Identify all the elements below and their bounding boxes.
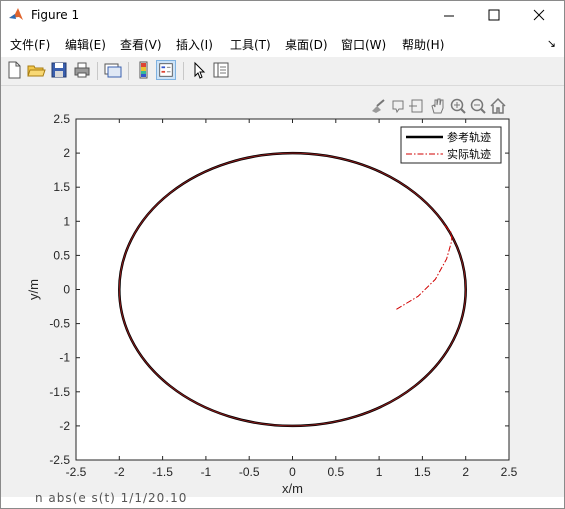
y-tick-label: 0.5 [53, 248, 70, 262]
legend[interactable]: 参考轨迹 实际轨迹 [400, 126, 502, 164]
y-tick-label: -1 [59, 351, 70, 365]
figure-window: Figure 1 文件(F) 编辑(E) 查看(V) 插入(I) 工具(T) 桌… [0, 0, 565, 509]
y-tick-label: 1 [63, 214, 70, 228]
x-tick-label: -0.5 [239, 465, 260, 479]
legend-label-actual: 实际轨迹 [447, 147, 491, 161]
plot-svg: -2.5 -2 -1.5 -1 -0.5 0 0.5 1 1.5 2 2.5 2.5 2 1.5 1 0.5 0… [26, 112, 518, 496]
x-tick-label: 2.5 [501, 465, 518, 479]
y-tick-label: 2.5 [53, 112, 70, 126]
x-tick-label: -1 [201, 465, 212, 479]
axes-box[interactable] [75, 118, 510, 461]
legend-label-reference: 参考轨迹 [447, 130, 491, 144]
y-tick-label: 0 [63, 283, 70, 297]
x-tick-label: 1.5 [414, 465, 431, 479]
x-tick-label: -2 [114, 465, 125, 479]
y-tick-label: 1.5 [53, 180, 70, 194]
x-axis-label: x/m [282, 481, 303, 496]
y-tick-label: -1.5 [49, 385, 70, 399]
y-tick-label: -2 [59, 419, 70, 433]
command-window-strip: n abs(e s(t) 1/1/20.10 [1, 491, 564, 508]
x-tick-label: 0.5 [327, 465, 344, 479]
x-tick-label: 0 [289, 465, 296, 479]
x-tick-label: -1.5 [152, 465, 173, 479]
y-axis-label: y/m [26, 279, 41, 300]
x-tick-label: -2.5 [66, 465, 87, 479]
command-window-text: n abs(e s(t) 1/1/20.10 [35, 491, 188, 505]
y-tick-label: -0.5 [49, 317, 70, 331]
y-tick-label: 2 [63, 146, 70, 160]
x-tick-label: 1 [376, 465, 383, 479]
x-tick-label: 2 [462, 465, 469, 479]
y-tick-label: -2.5 [49, 453, 70, 467]
